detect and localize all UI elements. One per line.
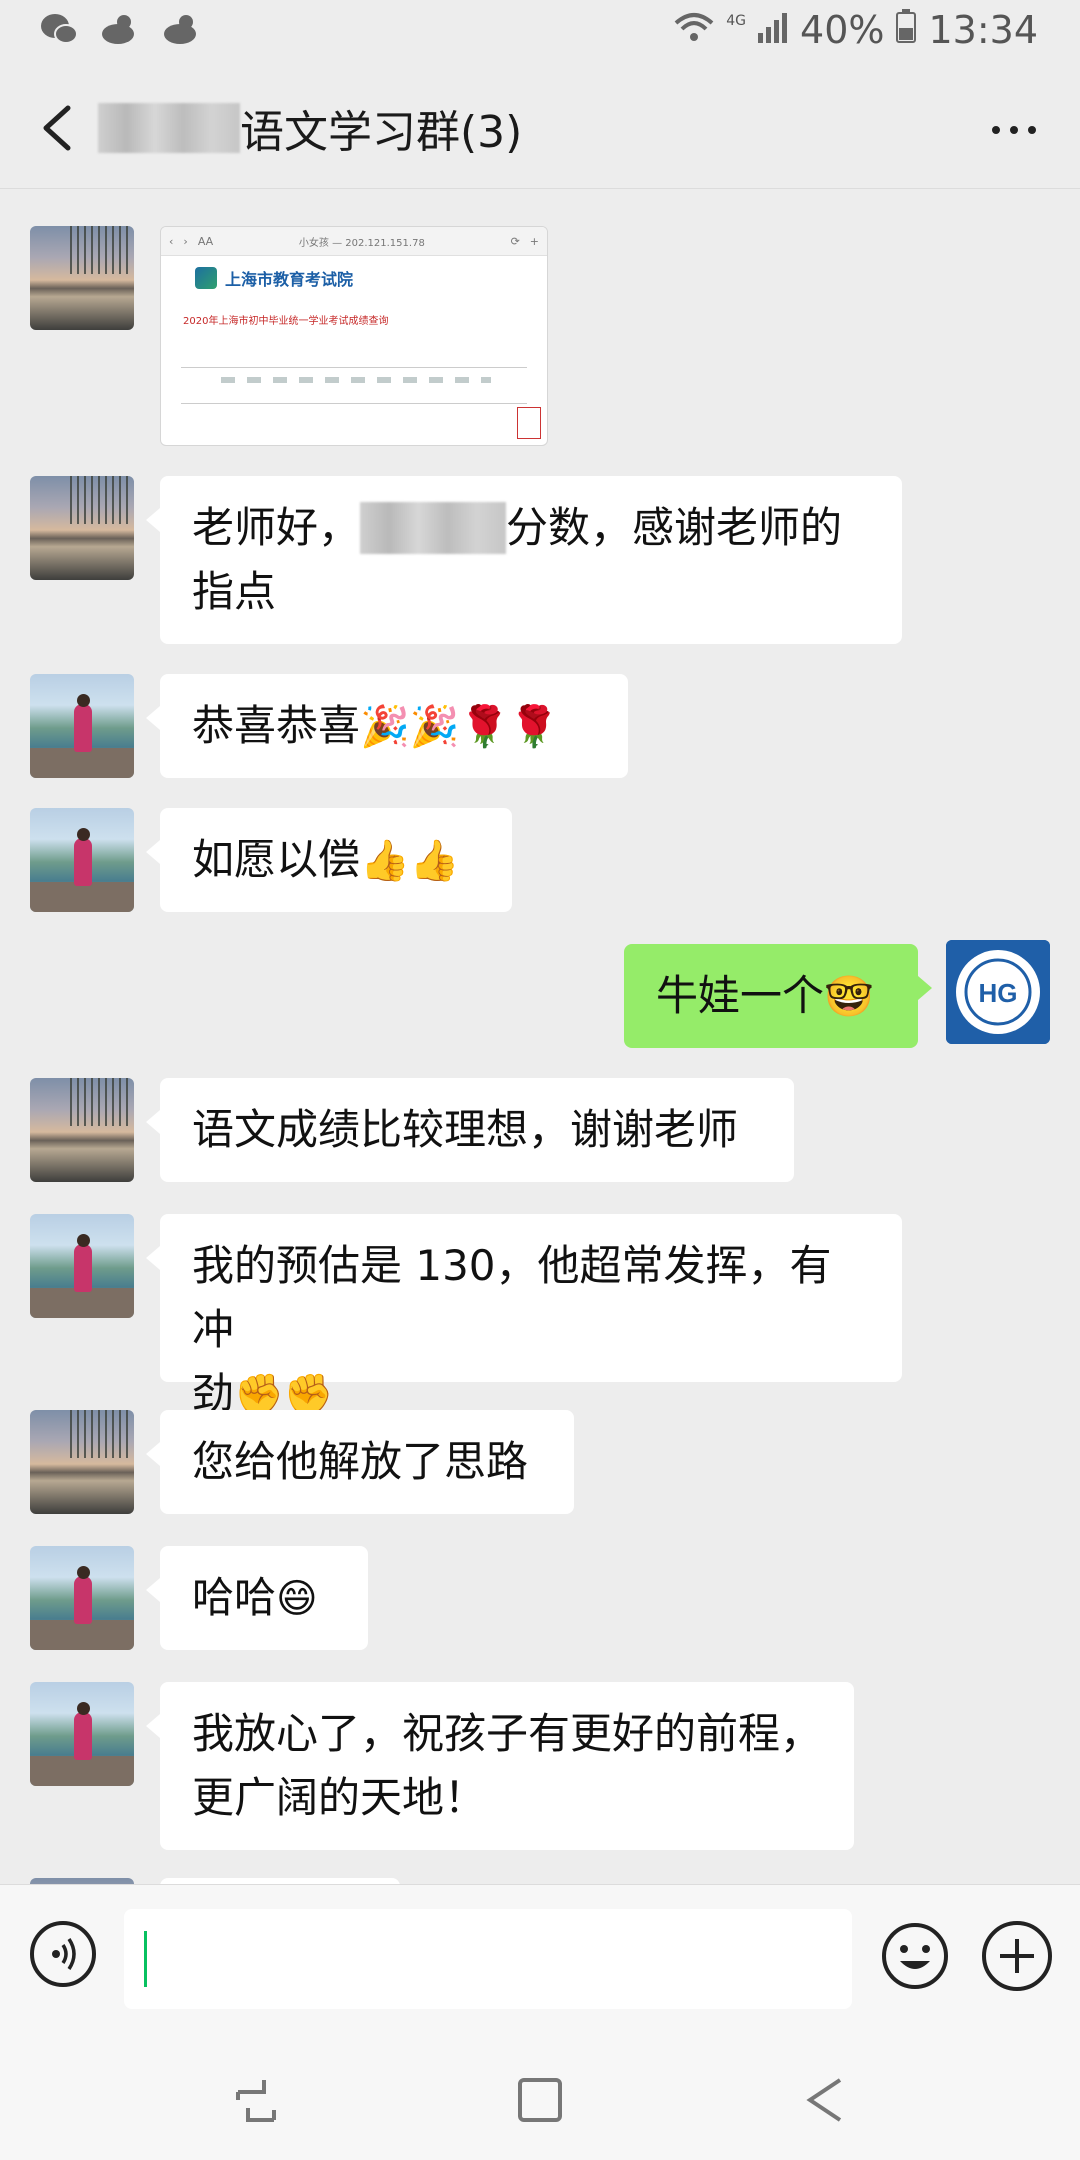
message-bubble[interactable]: 如愿以偿👍👍 (146, 808, 512, 912)
redacted-name (360, 501, 507, 554)
home-button[interactable] (510, 2070, 570, 2130)
system-nav-bar (0, 2034, 1080, 2160)
message-bubble[interactable]: 哈哈😄 (146, 1546, 368, 1650)
plus-icon (1000, 1939, 1034, 1973)
avatar[interactable] (30, 1410, 134, 1514)
input-bar (0, 1884, 1080, 2035)
avatar[interactable] (30, 1682, 134, 1786)
more-dots-icon (992, 126, 1036, 134)
network-type: 4G (726, 13, 747, 29)
thumb-url: 小女孩 — 202.121.151.78 (298, 237, 425, 249)
avatar[interactable] (30, 476, 134, 580)
wifi-icon (674, 8, 714, 52)
message-text: 恭喜恭喜 (192, 701, 361, 750)
voice-icon (52, 1938, 76, 1970)
clock: 13:34 (928, 8, 1038, 52)
avatar[interactable] (30, 674, 134, 778)
avatar[interactable] (30, 808, 134, 912)
home-icon (518, 2078, 562, 2122)
message-bubble[interactable]: 我放心了，祝孩子有更好的前程， 更广阔的天地！ (146, 1682, 854, 1850)
weather-icon (100, 12, 140, 46)
message-text: 我的预估是 130，他超常发挥，有冲 (192, 1241, 832, 1354)
nerd-emoji: 🤓 (824, 974, 874, 1020)
recent-apps-icon (236, 2080, 276, 2122)
message-input[interactable] (124, 1909, 852, 2009)
battery-level: 40% (800, 8, 885, 52)
message-bubble[interactable]: 老师好， 分数，感谢老师的 指点 (146, 476, 902, 644)
message-bubble[interactable]: 您给他解放了思路 (146, 1410, 574, 1514)
voice-button[interactable] (30, 1921, 96, 1987)
self-avatar-text: HG (979, 978, 1018, 1008)
back-icon (806, 2078, 842, 2122)
avatar[interactable] (30, 1078, 134, 1182)
emoji-icon (882, 1923, 948, 1989)
message-text: 您给他解放了思路 (192, 1437, 529, 1486)
battery-icon (896, 8, 917, 52)
image-message[interactable]: ‹ › AA 小女孩 — 202.121.151.78 ⟳ + 上海市教育考试院 20… (160, 226, 548, 446)
grin-emoji: 😄 (276, 1576, 318, 1622)
chat-title: 语文学习群(3) (98, 96, 522, 160)
back-nav-button[interactable] (796, 2070, 856, 2130)
message-text: 老师好， (192, 503, 361, 552)
redacted-name (98, 103, 240, 153)
avatar[interactable] (30, 1214, 134, 1318)
message-text: 语文成绩比较理想，谢谢老师 (192, 1105, 739, 1154)
avatar[interactable] (30, 226, 134, 330)
plus-button[interactable] (982, 1921, 1052, 1991)
org-logo (195, 267, 217, 289)
message-text: 更广阔的天地！ (192, 1773, 487, 1822)
weather-icon (162, 12, 202, 46)
message-text: 如愿以偿 (192, 835, 361, 884)
hg-logo-icon: HG (946, 940, 1050, 1044)
thumb-headline: 2020年上海市初中毕业统一学业考试成绩查询 (183, 316, 389, 327)
recent-apps-button[interactable] (226, 2070, 286, 2130)
message-text: 我放心了，祝孩子有更好的前程， (192, 1709, 823, 1758)
message-text: 指点 (192, 567, 277, 616)
thumb-header: 上海市教育考试院 (195, 266, 547, 290)
message-bubble[interactable]: 我的预估是 130，他超常发挥，有冲 劲✊✊ (146, 1214, 902, 1418)
message-text: 分数，感谢老师的 (506, 503, 843, 552)
thumb-aa: AA (197, 234, 214, 248)
thumbs-up-emoji: 👍👍 (360, 838, 460, 884)
message-bubble-self[interactable]: 牛娃一个🤓 (624, 944, 932, 1048)
message-bubble[interactable]: 恭喜恭喜🎉🎉🌹🌹 (146, 674, 628, 778)
wechat-icon (40, 12, 78, 46)
thumb-org: 上海市教育考试院 (225, 270, 354, 289)
message-bubble[interactable]: 语文成绩比较理想，谢谢老师 (146, 1078, 794, 1182)
chevron-left-icon (43, 105, 71, 151)
message-text: 牛娃一个 (656, 971, 825, 1020)
back-button[interactable] (28, 96, 88, 160)
text-caret (144, 1931, 147, 1987)
message-text: 哈哈 (192, 1573, 277, 1622)
more-button[interactable] (984, 110, 1044, 150)
group-title: 语文学习群(3) (240, 107, 523, 158)
emoji-button[interactable] (880, 1921, 950, 1991)
message-list[interactable]: ‹ › AA 小女孩 — 202.121.151.78 ⟳ + 上海市教育考试院 20… (0, 188, 1080, 1884)
self-avatar[interactable]: HG (946, 940, 1050, 1044)
seal-stamp (517, 407, 541, 439)
browser-bar: ‹ › AA 小女孩 — 202.121.151.78 ⟳ + (161, 227, 547, 256)
status-bar: 4G 40% 13:34 (0, 0, 1080, 66)
party-rose-emoji: 🎉🎉🌹🌹 (360, 704, 560, 750)
chat-header: 语文学习群(3) (0, 66, 1080, 189)
avatar[interactable] (30, 1546, 134, 1650)
signal-icon (758, 8, 788, 52)
